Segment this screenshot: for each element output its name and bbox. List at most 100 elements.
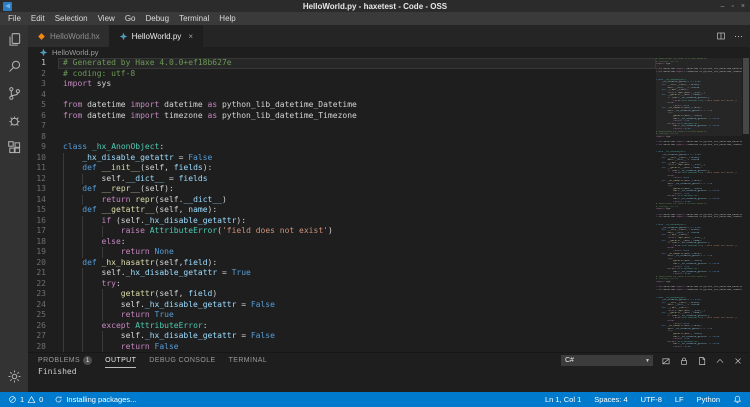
explorer-icon[interactable]: [7, 32, 22, 47]
more-actions-button[interactable]: ⋯: [734, 31, 744, 42]
line-number[interactable]: 14: [28, 195, 58, 206]
panel-tab-terminal[interactable]: TERMINAL: [229, 353, 268, 368]
minimap[interactable]: # Generated by Haxe 4.0.0+ef18b627e # cod…: [656, 58, 742, 352]
installing-packages-status[interactable]: Installing packages...: [54, 395, 136, 404]
warning-count: 0: [39, 395, 44, 404]
menu-terminal[interactable]: Terminal: [174, 14, 214, 23]
line-number[interactable]: 22: [28, 279, 58, 290]
source-control-icon[interactable]: [7, 86, 22, 101]
line-number[interactable]: 5: [28, 100, 58, 111]
line-number[interactable]: 12: [28, 174, 58, 185]
panel-tab-problems[interactable]: PROBLEMS 1: [38, 353, 93, 368]
panel-tab-output[interactable]: OUTPUT: [105, 353, 136, 368]
panel-tab-debug-console[interactable]: DEBUG CONSOLE: [149, 353, 215, 368]
problems-status[interactable]: 1 0: [8, 395, 43, 404]
language-mode-status[interactable]: Python: [697, 395, 720, 404]
line-number[interactable]: 28: [28, 342, 58, 353]
line-content: self.__dict__ = fields: [63, 173, 208, 184]
line-number[interactable]: 2: [28, 69, 58, 80]
line-number[interactable]: 3: [28, 79, 58, 90]
line-number[interactable]: 10: [28, 153, 58, 164]
panel-header: PROBLEMS 1 OUTPUT DEBUG CONSOLE TERMINAL C# …: [28, 353, 750, 368]
tab-helloworld.hx[interactable]: HelloWorld.hx: [28, 25, 110, 47]
line-number[interactable]: 17: [28, 226, 58, 237]
line-number[interactable]: 8: [28, 132, 58, 143]
line-content: else:: [58, 236, 656, 247]
code-line: 10 _hx_disable_getattr = False: [28, 152, 656, 164]
line-number[interactable]: 16: [28, 216, 58, 227]
line-content: from datetime import datetime as python_…: [63, 100, 357, 109]
menu-debug[interactable]: Debug: [140, 14, 174, 23]
debug-icon[interactable]: [7, 113, 22, 128]
search-icon[interactable]: [7, 59, 22, 74]
minimize-button[interactable]: –: [721, 3, 725, 10]
line-number[interactable]: 15: [28, 205, 58, 216]
code-line: 24 self._hx_disable_getattr = False: [28, 299, 656, 311]
line-number[interactable]: 6: [28, 111, 58, 122]
maximize-panel-icon[interactable]: [715, 356, 725, 366]
tab-helloworld.py[interactable]: HelloWorld.py ×: [109, 25, 203, 47]
line-number[interactable]: 21: [28, 268, 58, 279]
line-number[interactable]: 13: [28, 184, 58, 195]
code-line: 28 return False: [28, 341, 656, 353]
code-line: 26 except AttributeError:: [28, 320, 656, 332]
eol-status[interactable]: LF: [675, 395, 684, 404]
menu-view[interactable]: View: [93, 14, 120, 23]
line-number[interactable]: 9: [28, 142, 58, 153]
notifications-bell[interactable]: [733, 395, 742, 404]
code-line: 3 import sys: [28, 79, 656, 90]
code-line: 11 def __init__(self, fields):: [28, 163, 656, 174]
warning-icon: [27, 395, 36, 404]
vscode-window: HelloWorld.py - haxetest - Code - OSS – …: [0, 0, 750, 407]
output-view[interactable]: Finished: [28, 368, 750, 392]
menu-go[interactable]: Go: [120, 14, 141, 23]
line-number[interactable]: 1: [28, 58, 58, 69]
split-editor-icon[interactable]: [716, 31, 726, 41]
line-number[interactable]: 4: [28, 90, 58, 101]
line-number[interactable]: 18: [28, 237, 58, 248]
menu-help[interactable]: Help: [214, 14, 240, 23]
extensions-icon[interactable]: [7, 140, 22, 155]
minimap-line: return False: [673, 345, 691, 348]
line-content: def __repr__(self):: [58, 184, 656, 195]
lock-icon[interactable]: [679, 356, 689, 366]
line-number[interactable]: 11: [28, 163, 58, 174]
encoding-status[interactable]: UTF-8: [641, 395, 662, 404]
clear-output-icon[interactable]: [661, 356, 671, 366]
installing-icon: [54, 395, 63, 404]
line-number[interactable]: 23: [28, 289, 58, 300]
menu-edit[interactable]: Edit: [26, 14, 50, 23]
minimap-slider[interactable]: [656, 58, 742, 136]
code-editor[interactable]: 1 # Generated by Haxe 4.0.0+ef18b627e 2 # c…: [28, 58, 750, 352]
output-channel-select[interactable]: C# ▼: [561, 355, 653, 366]
tab-label: HelloWorld.hx: [50, 31, 100, 41]
line-content: [58, 90, 656, 101]
close-tab-icon[interactable]: ×: [188, 32, 193, 41]
line-content: class _hx_AnonObject:: [63, 142, 165, 151]
line-content: [58, 121, 656, 132]
settings-gear-icon[interactable]: [7, 369, 22, 384]
vertical-scrollbar[interactable]: [742, 58, 750, 352]
code-line: 23 getattr(self, field): [28, 289, 656, 300]
menu-selection[interactable]: Selection: [50, 14, 93, 23]
line-number[interactable]: 19: [28, 247, 58, 258]
breadcrumb[interactable]: HelloWorld.py: [28, 47, 750, 58]
output-channel-value: C#: [565, 357, 574, 364]
scrollbar-thumb[interactable]: [743, 58, 749, 134]
open-log-icon[interactable]: [697, 356, 707, 366]
code-line: 6 from datetime import timezone as python…: [28, 111, 656, 122]
cursor-position-status[interactable]: Ln 1, Col 1: [545, 395, 581, 404]
line-number[interactable]: 20: [28, 258, 58, 269]
code-line: 4: [28, 90, 656, 101]
line-number[interactable]: 24: [28, 300, 58, 311]
code-line: 8: [28, 132, 656, 143]
menu-file[interactable]: File: [3, 14, 26, 23]
line-number[interactable]: 26: [28, 321, 58, 332]
line-number[interactable]: 25: [28, 310, 58, 321]
line-number[interactable]: 27: [28, 331, 58, 342]
indentation-status[interactable]: Spaces: 4: [594, 395, 627, 404]
close-button[interactable]: ×: [741, 3, 745, 10]
maximize-button[interactable]: ▫: [731, 3, 733, 10]
close-panel-icon[interactable]: [733, 356, 743, 366]
line-number[interactable]: 7: [28, 121, 58, 132]
